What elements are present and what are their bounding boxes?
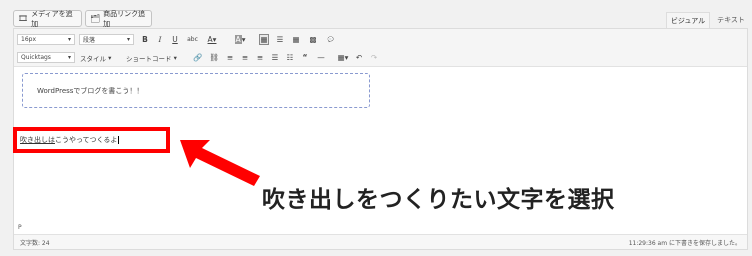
selected-text-underlined: 吹き出しは — [20, 136, 55, 144]
annotation-arrow-icon — [180, 140, 260, 186]
format-value: 段落 — [83, 37, 96, 44]
add-media-label: メディアを追加 — [31, 9, 73, 28]
chevron-down-icon: ▾ — [67, 54, 71, 61]
selected-text-rest: こうやってつくるよ — [55, 136, 118, 144]
redo-icon[interactable]: ↷ — [369, 52, 379, 63]
speech-box-text: WordPressでブログを書こう！！ — [37, 86, 144, 95]
autosave-status: 11:29:36 am に下書きを保存しました。 — [628, 240, 741, 247]
unlink-icon[interactable]: ⛓ — [209, 52, 219, 63]
chevron-down-icon: ▾ — [126, 36, 130, 43]
format-select[interactable]: 段落 ▾ — [79, 34, 134, 45]
list-ol-icon[interactable]: ☷ — [285, 52, 295, 63]
quote-icon[interactable]: “ — [300, 52, 310, 63]
table-icon[interactable]: ▦ — [291, 34, 301, 45]
list-ul-icon[interactable]: ☰ — [270, 52, 280, 63]
shortcode-label: ショートコード — [126, 54, 172, 63]
product-link-icon: 🗂 — [90, 14, 101, 23]
tab-text-label: テキスト — [717, 16, 745, 24]
tab-visual-label: ビジュアル — [670, 16, 706, 25]
word-count: 文字数: 24 — [20, 240, 50, 247]
add-product-link-button[interactable]: 🗂 商品リンク追加 — [85, 9, 152, 28]
align-left-icon[interactable]: ≡ — [225, 52, 235, 63]
underline-icon[interactable]: U — [170, 34, 180, 45]
font-size-value: 16px — [21, 36, 36, 43]
undo-icon[interactable]: ↶ — [354, 52, 364, 63]
table-insert-icon[interactable]: ▦▾ — [336, 52, 350, 63]
add-product-link-label: 商品リンク追加 — [103, 9, 146, 28]
tab-visual[interactable]: ビジュアル — [666, 12, 710, 28]
minus-icon[interactable]: — — [316, 52, 326, 63]
italic-icon[interactable]: I — [155, 34, 165, 45]
align-center-icon[interactable]: ≡ — [240, 52, 250, 63]
text-caret — [118, 136, 120, 144]
style-dropdown[interactable]: スタイル ▾ — [80, 52, 111, 63]
font-size-select[interactable]: 16px ▾ — [17, 34, 75, 45]
background-color-icon[interactable]: A ▾ — [232, 34, 248, 45]
add-media-button[interactable]: 🎞 メディアを追加 — [13, 9, 82, 28]
align-right-icon[interactable]: ≡ — [255, 52, 265, 63]
abc-icon[interactable]: abc — [186, 34, 199, 45]
media-icon: 🎞 — [18, 14, 29, 23]
text-color-icon[interactable]: A▾ — [205, 34, 219, 45]
speech-box: WordPressでブログを書こう！！ — [22, 73, 370, 108]
selected-text-line[interactable]: 吹き出しはこうやってつくるよ — [20, 135, 120, 145]
annotation-label: 吹き出しをつくりたい文字を選択 — [262, 187, 615, 213]
grid-small-icon[interactable]: ▩ — [308, 34, 318, 45]
quicktags-value: Quicktags — [21, 54, 51, 61]
quicktags-select[interactable]: Quicktags ▾ — [17, 52, 75, 63]
element-path: P — [18, 224, 22, 231]
bold-icon[interactable]: B — [140, 34, 150, 45]
status-bar: 文字数: 24 11:29:36 am に下書きを保存しました。 — [14, 234, 747, 249]
list-icon[interactable]: ☰ — [275, 34, 285, 45]
style-label: スタイル — [80, 54, 106, 63]
tab-text[interactable]: テキスト — [712, 12, 750, 28]
chevron-down-icon: ▾ — [67, 36, 71, 43]
link-icon[interactable]: 🔗 — [193, 52, 203, 63]
shortcode-dropdown[interactable]: ショートコード ▾ — [126, 52, 177, 63]
chat-icon[interactable]: 💬 — [325, 34, 337, 45]
table-grid-icon[interactable]: ▦ — [259, 34, 269, 45]
